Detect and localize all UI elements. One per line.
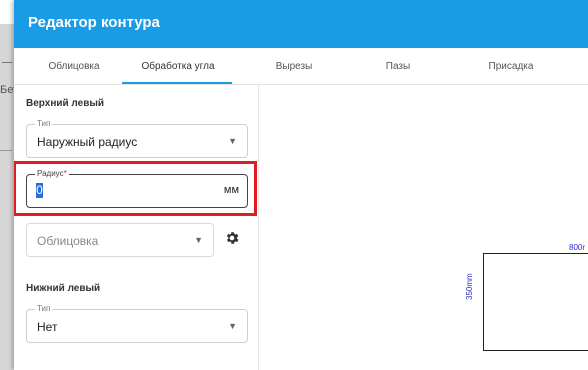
background-divider [0, 150, 12, 151]
chevron-down-icon: ▼ [228, 321, 237, 331]
height-dimension-label: 350mm [465, 273, 474, 300]
tab-more[interactable]: С [582, 48, 588, 84]
type-value: Наружный радиус [37, 135, 138, 149]
dialog-title: Редактор контура [28, 14, 160, 31]
dialog-header: Редактор контура [14, 0, 588, 48]
edging-select[interactable]: Облицовка ▼ [26, 223, 214, 257]
type-label: Тип [35, 119, 53, 129]
contour-drawing-area[interactable]: 800r 350mm [259, 85, 588, 370]
tab-drilling[interactable]: Присадка [480, 48, 542, 84]
type-label: Тип [35, 304, 53, 314]
chevron-down-icon: ▼ [194, 235, 203, 245]
background-divider [2, 62, 12, 63]
edging-placeholder: Облицовка [37, 234, 99, 248]
corner-settings-panel: Верхний левый Тип Наружный радиус ▼ Ради… [14, 85, 259, 370]
panel-contour [483, 253, 588, 351]
highlight-box [14, 161, 257, 216]
gear-icon[interactable] [224, 230, 240, 246]
width-dimension-label: 800r [569, 243, 586, 252]
type-value: Нет [37, 320, 58, 334]
tab-grooves[interactable]: Пазы [374, 48, 422, 84]
tab-cutouts[interactable]: Вырезы [264, 48, 324, 84]
section-title-top-left: Верхний левый [26, 98, 105, 109]
tab-corner-processing[interactable]: Обработка угла [124, 48, 232, 84]
active-tab-indicator [122, 82, 232, 84]
section-title-bottom-left: Нижний левый [26, 283, 101, 294]
chevron-down-icon: ▼ [228, 136, 237, 146]
contour-editor-dialog: Редактор контура Облицовка Обработка угл… [14, 0, 588, 370]
top-left-type-select[interactable]: Тип Наружный радиус ▼ [26, 119, 248, 158]
bottom-left-type-select[interactable]: Тип Нет ▼ [26, 304, 248, 343]
tab-bar: Облицовка Обработка угла Вырезы Пазы При… [14, 48, 588, 85]
tab-edging[interactable]: Облицовка [38, 48, 110, 84]
